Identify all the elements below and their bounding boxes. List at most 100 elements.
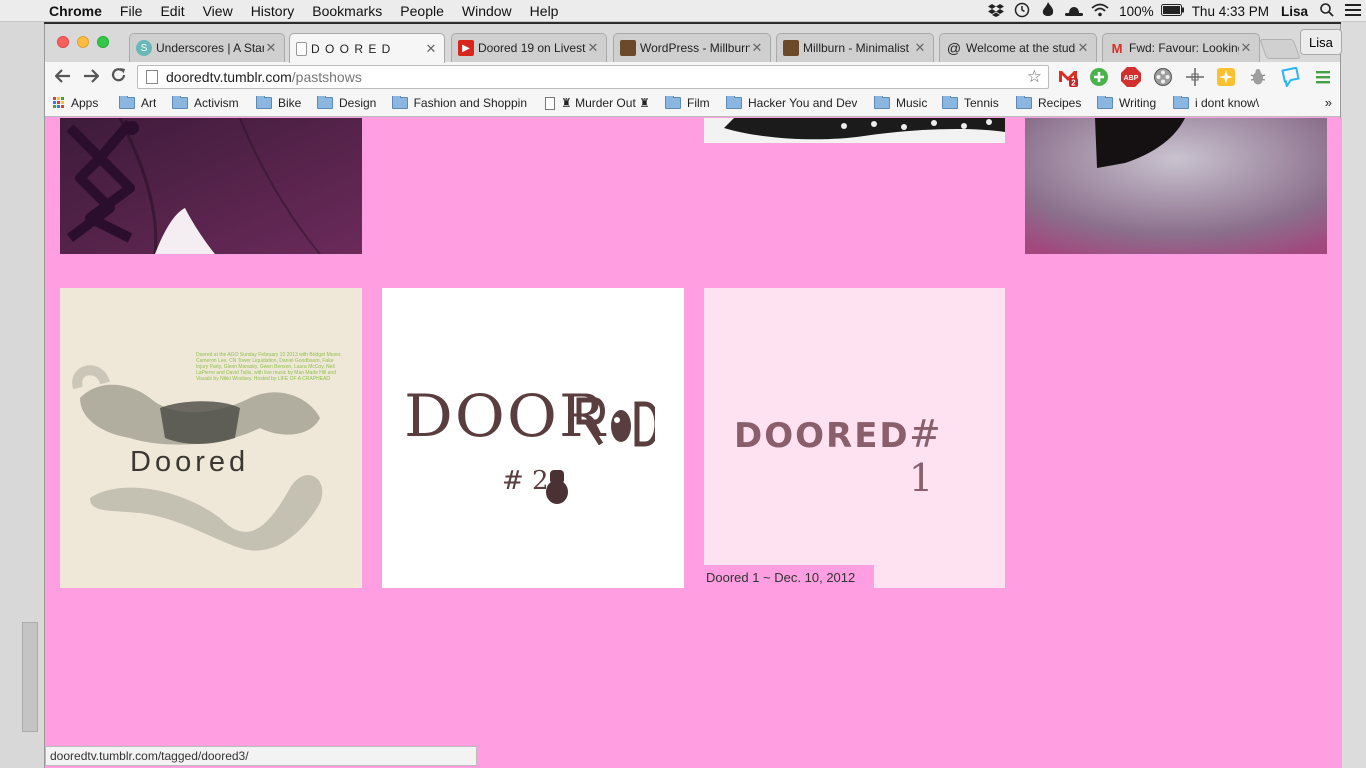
battery-percent: 100%	[1119, 3, 1154, 19]
profile-button[interactable]: Lisa	[1300, 29, 1342, 55]
page-content: Doored Doored at the AGO Sunday February…	[45, 118, 1342, 768]
close-tab-icon[interactable]: ✕	[1239, 40, 1253, 56]
bug-icon[interactable]	[1248, 67, 1268, 87]
bookmarks-overflow-chevron-icon[interactable]: »	[1325, 95, 1332, 110]
menu-app-name[interactable]: Chrome	[40, 3, 111, 19]
chrome-window: S Underscores | A Star ✕ D O O R E D ✕ ▶…	[44, 24, 1342, 768]
new-tab-button[interactable]	[1259, 39, 1301, 59]
crosshair-ruler-icon[interactable]	[1185, 67, 1205, 87]
folder-icon	[119, 96, 135, 109]
livestream-icon: ▶	[458, 40, 474, 56]
menu-view[interactable]: View	[194, 3, 242, 19]
svg-text:2: 2	[1071, 79, 1076, 88]
bookmark-folder-activism[interactable]: Activism	[172, 96, 239, 110]
address-bar[interactable]: dooredtv.tumblr.com/pastshows ☆	[137, 65, 1049, 89]
browser-toolbar: dooredtv.tumblr.com/pastshows ☆ 2 ABP	[45, 62, 1340, 92]
bookmark-folder-music[interactable]: Music	[874, 96, 927, 110]
close-tab-icon[interactable]: ✕	[264, 40, 278, 56]
user-name[interactable]: Lisa	[1275, 4, 1314, 19]
bookmark-star-icon[interactable]: ☆	[1027, 67, 1042, 87]
menu-file[interactable]: File	[111, 3, 152, 19]
bookmark-folder-writing[interactable]: Writing	[1097, 96, 1156, 110]
tab-doored[interactable]: D O O R E D ✕	[289, 33, 445, 63]
close-tab-icon[interactable]: ✕	[750, 40, 764, 56]
tab-welcome-studio[interactable]: @ Welcome at the studi ✕	[939, 33, 1097, 62]
back-arrow-icon[interactable]	[49, 67, 77, 88]
desktop-background-right	[1341, 22, 1366, 768]
bookmark-folder-design[interactable]: Design	[317, 96, 376, 110]
folder-icon	[874, 96, 890, 109]
bookmark-murder-out[interactable]: ♜ Murder Out ♜	[545, 96, 650, 110]
menu-bookmarks[interactable]: Bookmarks	[303, 3, 391, 19]
folder-icon	[317, 96, 333, 109]
tab-livestream[interactable]: ▶ Doored 19 on Livestr ✕	[451, 33, 607, 62]
close-tab-icon[interactable]: ✕	[913, 40, 927, 56]
sparkle-icon[interactable]	[1216, 67, 1236, 87]
folder-icon	[172, 96, 188, 109]
adblock-plus-icon[interactable]: ABP	[1121, 67, 1141, 87]
bookmark-folder-recipes[interactable]: Recipes	[1016, 96, 1081, 110]
gmail-checker-icon[interactable]: 2	[1058, 67, 1078, 87]
poster-wordmark-glyphs	[576, 397, 655, 447]
bookmark-folder-film[interactable]: Film	[665, 96, 710, 110]
show-poster-doored-2[interactable]: DOOR # 2	[382, 288, 684, 588]
reload-icon[interactable]	[105, 67, 133, 88]
bowler-hat-icon[interactable]	[1061, 3, 1087, 20]
chrome-menu-icon[interactable]	[1313, 67, 1333, 87]
wifi-icon[interactable]	[1087, 3, 1113, 20]
folder-icon	[665, 96, 681, 109]
menu-window[interactable]: Window	[453, 3, 521, 19]
show-poster-doored-1[interactable]: DOORED # 1 Doored 1 ~ Dec. 10, 2012	[704, 288, 1005, 588]
zoom-window-button[interactable]	[97, 36, 109, 48]
bookmark-folder-i-dont-know[interactable]: i dont know\	[1173, 96, 1259, 110]
menu-history[interactable]: History	[242, 3, 304, 19]
mac-menu-bar: Chrome File Edit View History Bookmarks …	[0, 0, 1366, 22]
show-poster-doored-ago[interactable]: Doored Doored at the AGO Sunday February…	[60, 288, 362, 588]
number-two-glyph	[546, 470, 568, 504]
s-circle-icon: S	[136, 40, 152, 56]
portrait-icon	[620, 40, 636, 56]
add-plus-icon[interactable]	[1089, 67, 1109, 87]
tab-strip: S Underscores | A Star ✕ D O O R E D ✕ ▶…	[45, 24, 1342, 63]
tab-millburn-minimalist[interactable]: Millburn - Minimalist ✕	[776, 33, 934, 62]
bookmark-folder-art[interactable]: Art	[119, 96, 156, 110]
bookmarks-bar: Apps Art Activism Bike Design Fashion an…	[45, 92, 1340, 117]
tab-underscores[interactable]: S Underscores | A Star ✕	[129, 33, 285, 62]
clock[interactable]: Thu 4:33 PM	[1186, 4, 1275, 19]
menu-edit[interactable]: Edit	[151, 3, 193, 19]
dropbox-icon[interactable]	[983, 3, 1009, 20]
bookmark-folder-hacker-you[interactable]: Hacker You and Dev	[726, 96, 857, 110]
menu-help[interactable]: Help	[521, 3, 568, 19]
close-tab-icon[interactable]: ✕	[424, 41, 438, 57]
film-reel-icon[interactable]	[1153, 67, 1173, 87]
poster-caption[interactable]: Doored 1 ~ Dec. 10, 2012	[704, 565, 874, 588]
close-tab-icon[interactable]: ✕	[1076, 40, 1090, 56]
bookmark-folder-tennis[interactable]: Tennis	[942, 96, 999, 110]
bookmark-apps[interactable]: Apps	[53, 96, 98, 110]
speech-bubble-icon[interactable]	[1281, 67, 1301, 87]
bookmark-folder-fashion[interactable]: Fashion and Shoppin	[392, 96, 527, 110]
poster-wordmark: DOORED	[734, 416, 910, 456]
poster-wordmark: DOOR	[404, 382, 607, 450]
time-machine-icon[interactable]	[1009, 2, 1035, 21]
close-tab-icon[interactable]: ✕	[586, 40, 600, 56]
page-icon	[296, 41, 307, 56]
minimize-window-button[interactable]	[77, 36, 89, 48]
battery-icon[interactable]	[1160, 3, 1186, 19]
spotlight-search-icon[interactable]	[1314, 2, 1340, 20]
flame-icon[interactable]	[1035, 1, 1061, 21]
show-thumbnail-purple-chair[interactable]	[60, 118, 362, 254]
apps-grid-icon	[53, 97, 65, 109]
show-thumbnail-dark-shape[interactable]	[1025, 118, 1327, 254]
show-thumbnail-polka-dots[interactable]	[704, 118, 1005, 143]
tab-wordpress-millburn[interactable]: WordPress - Millburn ✕	[613, 33, 771, 62]
menu-people[interactable]: People	[391, 3, 453, 19]
close-window-button[interactable]	[57, 36, 69, 48]
poster-title: Doored	[130, 446, 250, 478]
url-host: dooredtv.tumblr.com	[166, 69, 292, 85]
tab-gmail-fwd[interactable]: M Fwd: Favour: Looking ✕	[1102, 33, 1260, 62]
bookmark-folder-bike[interactable]: Bike	[256, 96, 301, 110]
forward-arrow-icon[interactable]	[77, 67, 105, 88]
notification-center-icon[interactable]	[1340, 3, 1366, 19]
gmail-icon: M	[1111, 40, 1123, 56]
